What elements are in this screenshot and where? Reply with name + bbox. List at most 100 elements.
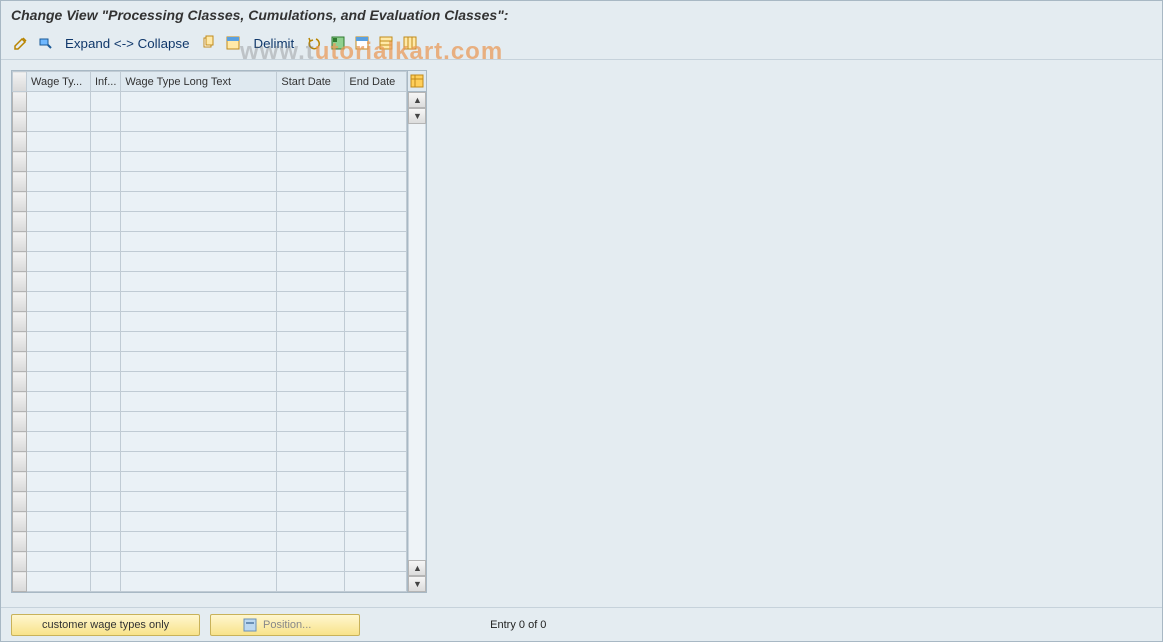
cell[interactable] [277,272,345,292]
cell[interactable] [27,392,91,412]
row-selector[interactable] [13,132,27,152]
row-selector[interactable] [13,112,27,132]
table-row[interactable] [13,412,407,432]
table-row[interactable] [13,472,407,492]
cell[interactable] [277,152,345,172]
table-settings-button[interactable] [408,71,426,92]
cell[interactable] [91,532,121,552]
scroll-track[interactable] [408,124,426,560]
cell[interactable] [121,112,277,132]
cell[interactable] [277,252,345,272]
table-row[interactable] [13,92,407,112]
cell[interactable] [345,412,407,432]
cell[interactable] [345,472,407,492]
cell[interactable] [277,192,345,212]
cell[interactable] [121,552,277,572]
cell[interactable] [345,432,407,452]
cell[interactable] [277,92,345,112]
copy-button[interactable] [199,33,219,53]
table-row[interactable] [13,252,407,272]
table-row[interactable] [13,452,407,472]
cell[interactable] [277,412,345,432]
config-button-2[interactable] [400,33,420,53]
scroll-up-button-2[interactable]: ▲ [408,560,426,576]
row-selector[interactable] [13,332,27,352]
scroll-down-button[interactable]: ▼ [408,108,426,124]
cell[interactable] [345,272,407,292]
table-row[interactable] [13,332,407,352]
cell[interactable] [277,372,345,392]
table-row[interactable] [13,152,407,172]
cell[interactable] [91,252,121,272]
deselect-all-button[interactable] [352,33,372,53]
scroll-up-button[interactable]: ▲ [408,92,426,108]
table-row[interactable] [13,492,407,512]
cell[interactable] [91,272,121,292]
row-selector[interactable] [13,472,27,492]
scroll-down-button-2[interactable]: ▼ [408,576,426,592]
cell[interactable] [27,472,91,492]
row-selector[interactable] [13,212,27,232]
cell[interactable] [121,412,277,432]
cell[interactable] [27,212,91,232]
cell[interactable] [27,352,91,372]
config-button-1[interactable] [376,33,396,53]
undo-button[interactable] [304,33,324,53]
cell[interactable] [121,152,277,172]
vertical-scrollbar[interactable]: ▲ ▼ ▲ ▼ [408,92,426,592]
row-selector[interactable] [13,192,27,212]
cell[interactable] [91,332,121,352]
cell[interactable] [277,392,345,412]
cell[interactable] [121,332,277,352]
cell[interactable] [277,512,345,532]
cell[interactable] [121,472,277,492]
cell[interactable] [345,332,407,352]
cell[interactable] [27,292,91,312]
table-row[interactable] [13,272,407,292]
cell[interactable] [27,192,91,212]
cell[interactable] [91,432,121,452]
cell[interactable] [91,172,121,192]
column-header[interactable]: Wage Type Long Text [121,72,277,92]
row-selector[interactable] [13,412,27,432]
cell[interactable] [27,232,91,252]
table-row[interactable] [13,372,407,392]
cell[interactable] [345,372,407,392]
row-selector[interactable] [13,392,27,412]
cell[interactable] [27,372,91,392]
table-row[interactable] [13,432,407,452]
expand-collapse-button[interactable]: Expand <-> Collapse [59,33,195,53]
cell[interactable] [91,392,121,412]
cell[interactable] [27,112,91,132]
cell[interactable] [91,352,121,372]
cell[interactable] [277,492,345,512]
cell[interactable] [121,192,277,212]
cell[interactable] [121,392,277,412]
cell[interactable] [121,172,277,192]
table-corner[interactable] [13,72,27,92]
cell[interactable] [27,512,91,532]
cell[interactable] [277,332,345,352]
cell[interactable] [27,452,91,472]
cell[interactable] [345,172,407,192]
table-row[interactable] [13,552,407,572]
position-button[interactable]: Position... [210,614,360,636]
cell[interactable] [277,352,345,372]
column-header[interactable]: End Date [345,72,407,92]
row-selector[interactable] [13,232,27,252]
row-selector[interactable] [13,92,27,112]
cell[interactable] [345,232,407,252]
row-selector[interactable] [13,372,27,392]
cell[interactable] [345,132,407,152]
row-selector[interactable] [13,452,27,472]
cell[interactable] [121,92,277,112]
cell[interactable] [345,212,407,232]
row-selector[interactable] [13,172,27,192]
cell[interactable] [27,252,91,272]
cell[interactable] [277,172,345,192]
row-selector[interactable] [13,532,27,552]
cell[interactable] [345,512,407,532]
cell[interactable] [277,312,345,332]
row-selector[interactable] [13,152,27,172]
cell[interactable] [345,152,407,172]
